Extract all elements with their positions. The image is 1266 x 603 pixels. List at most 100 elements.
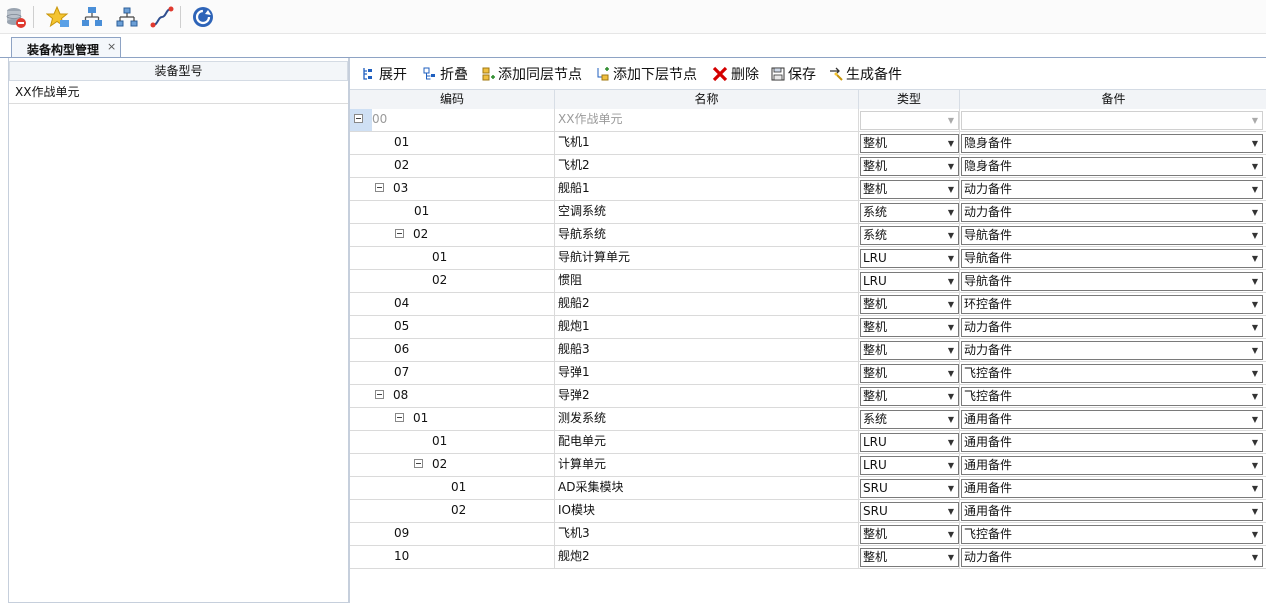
tree-collapse-icon[interactable]: − xyxy=(375,183,384,192)
part-dropdown[interactable]: 导航备件 ▼ xyxy=(961,249,1263,268)
part-dropdown[interactable]: 通用备件 ▼ xyxy=(961,502,1263,521)
name-cell[interactable]: 舰船3 xyxy=(555,339,859,361)
part-dropdown[interactable]: ▼ xyxy=(961,111,1263,130)
chevron-down-icon[interactable]: ▼ xyxy=(1252,250,1258,267)
part-dropdown[interactable]: 导航备件 ▼ xyxy=(961,226,1263,245)
type-dropdown[interactable]: 整机 ▼ xyxy=(860,341,959,360)
table-row[interactable]: −02计算单元LRU▼通用备件▼ xyxy=(350,454,1266,477)
code-cell[interactable]: 06 xyxy=(350,339,555,361)
chevron-down-icon[interactable]: ▼ xyxy=(948,388,954,405)
chevron-down-icon[interactable]: ▼ xyxy=(1252,204,1258,221)
chevron-down-icon[interactable]: ▼ xyxy=(1252,549,1258,566)
part-dropdown[interactable]: 动力备件 ▼ xyxy=(961,548,1263,567)
tree-collapse-icon[interactable]: − xyxy=(395,413,404,422)
col-header-code[interactable]: 编码 xyxy=(350,90,555,109)
name-cell[interactable]: 舰船1 xyxy=(555,178,859,200)
table-row[interactable]: 01 导航计算单元 LRU ▼ 导航备件 ▼ xyxy=(350,247,1266,270)
type-dropdown[interactable]: 系统 ▼ xyxy=(860,203,959,222)
type-dropdown[interactable]: 整机 ▼ xyxy=(860,548,959,567)
part-dropdown[interactable]: 导航备件 ▼ xyxy=(961,272,1263,291)
code-cell[interactable]: 09 xyxy=(350,523,555,545)
code-cell[interactable]: 01 xyxy=(350,477,555,499)
chevron-down-icon[interactable]: ▼ xyxy=(1252,411,1258,428)
col-header-type[interactable]: 类型 xyxy=(859,90,960,109)
chevron-down-icon[interactable]: ▼ xyxy=(948,296,954,313)
chevron-down-icon[interactable]: ▼ xyxy=(1252,296,1258,313)
type-dropdown[interactable]: 整机 ▼ xyxy=(860,364,959,383)
code-cell[interactable]: 10 xyxy=(350,546,555,568)
table-row[interactable]: −08导弹2整机▼飞控备件▼ xyxy=(350,385,1266,408)
org-structure-icon[interactable] xyxy=(80,5,104,29)
chevron-down-icon[interactable]: ▼ xyxy=(1252,365,1258,382)
table-row[interactable]: 02 飞机2 整机 ▼ 隐身备件 ▼ xyxy=(350,155,1266,178)
col-header-part[interactable]: 备件 xyxy=(960,90,1266,109)
chevron-down-icon[interactable]: ▼ xyxy=(1252,342,1258,359)
chevron-down-icon[interactable]: ▼ xyxy=(948,250,954,267)
type-dropdown[interactable]: SRU ▼ xyxy=(860,502,959,521)
part-dropdown[interactable]: 环控备件 ▼ xyxy=(961,295,1263,314)
name-cell[interactable]: 计算单元 xyxy=(555,454,859,476)
part-dropdown[interactable]: 动力备件 ▼ xyxy=(961,180,1263,199)
chevron-down-icon[interactable]: ▼ xyxy=(948,181,954,198)
code-cell[interactable]: 07 xyxy=(350,362,555,384)
chevron-down-icon[interactable]: ▼ xyxy=(948,158,954,175)
type-dropdown[interactable]: 整机 ▼ xyxy=(860,134,959,153)
equipment-model-item[interactable]: XX作战单元 xyxy=(9,82,348,104)
tree-collapse-icon[interactable]: − xyxy=(414,459,423,468)
type-dropdown[interactable]: LRU ▼ xyxy=(860,456,959,475)
table-row[interactable]: 02 惯阻 LRU ▼ 导航备件 ▼ xyxy=(350,270,1266,293)
delete-button[interactable]: 删除 xyxy=(712,65,759,83)
table-row[interactable]: 09 飞机3 整机 ▼ 飞控备件 ▼ xyxy=(350,523,1266,546)
name-cell[interactable]: AD采集模块 xyxy=(555,477,859,499)
table-row[interactable]: −03舰船1整机▼动力备件▼ xyxy=(350,178,1266,201)
type-dropdown[interactable]: 系统 ▼ xyxy=(860,410,959,429)
code-cell[interactable]: 01 xyxy=(350,201,555,223)
type-dropdown[interactable]: LRU ▼ xyxy=(860,272,959,291)
name-cell[interactable]: 导弹2 xyxy=(555,385,859,407)
hierarchy-icon[interactable] xyxy=(115,5,139,29)
name-cell[interactable]: 舰炮2 xyxy=(555,546,859,568)
chevron-down-icon[interactable]: ▼ xyxy=(1252,526,1258,543)
chevron-down-icon[interactable]: ▼ xyxy=(1252,181,1258,198)
chevron-down-icon[interactable]: ▼ xyxy=(948,342,954,359)
close-icon[interactable]: × xyxy=(107,40,116,53)
name-cell[interactable]: IO模块 xyxy=(555,500,859,522)
chevron-down-icon[interactable]: ▼ xyxy=(948,457,954,474)
table-row[interactable]: 10 舰炮2 整机 ▼ 动力备件 ▼ xyxy=(350,546,1266,569)
name-cell[interactable]: 导航系统 xyxy=(555,224,859,246)
chevron-down-icon[interactable]: ▼ xyxy=(948,526,954,543)
part-dropdown[interactable]: 飞控备件 ▼ xyxy=(961,525,1263,544)
chevron-down-icon[interactable]: ▼ xyxy=(1252,434,1258,451)
part-dropdown[interactable]: 动力备件 ▼ xyxy=(961,203,1263,222)
part-dropdown[interactable]: 通用备件 ▼ xyxy=(961,410,1263,429)
table-row[interactable]: 06 舰船3 整机 ▼ 动力备件 ▼ xyxy=(350,339,1266,362)
save-button[interactable]: 保存 xyxy=(771,65,816,83)
part-dropdown[interactable]: 隐身备件 ▼ xyxy=(961,134,1263,153)
part-dropdown[interactable]: 通用备件 ▼ xyxy=(961,433,1263,452)
chevron-down-icon[interactable]: ▼ xyxy=(1252,480,1258,497)
chevron-down-icon[interactable]: ▼ xyxy=(1252,388,1258,405)
name-cell[interactable]: 飞机3 xyxy=(555,523,859,545)
code-cell[interactable]: −01 xyxy=(350,408,555,430)
chevron-down-icon[interactable]: ▼ xyxy=(1252,135,1258,152)
table-row[interactable]: −00XX作战单元▼▼ xyxy=(350,109,1266,132)
part-dropdown[interactable]: 飞控备件 ▼ xyxy=(961,387,1263,406)
chevron-down-icon[interactable]: ▼ xyxy=(948,135,954,152)
database-remove-icon[interactable] xyxy=(4,5,28,29)
name-cell[interactable]: 飞机2 xyxy=(555,155,859,177)
tab-equipment-config[interactable]: 装备构型管理 × xyxy=(11,37,121,57)
table-row[interactable]: 04 舰船2 整机 ▼ 环控备件 ▼ xyxy=(350,293,1266,316)
col-header-name[interactable]: 名称 xyxy=(555,90,859,109)
name-cell[interactable]: 配电单元 xyxy=(555,431,859,453)
chevron-down-icon[interactable]: ▼ xyxy=(948,319,954,336)
chevron-down-icon[interactable]: ▼ xyxy=(948,549,954,566)
chevron-down-icon[interactable]: ▼ xyxy=(948,227,954,244)
chevron-down-icon[interactable]: ▼ xyxy=(948,112,954,129)
chevron-down-icon[interactable]: ▼ xyxy=(948,273,954,290)
code-cell[interactable]: −08 xyxy=(350,385,555,407)
code-cell[interactable]: 02 xyxy=(350,500,555,522)
chevron-down-icon[interactable]: ▼ xyxy=(1252,503,1258,520)
part-dropdown[interactable]: 飞控备件 ▼ xyxy=(961,364,1263,383)
code-cell[interactable]: 01 xyxy=(350,247,555,269)
name-cell[interactable]: 测发系统 xyxy=(555,408,859,430)
